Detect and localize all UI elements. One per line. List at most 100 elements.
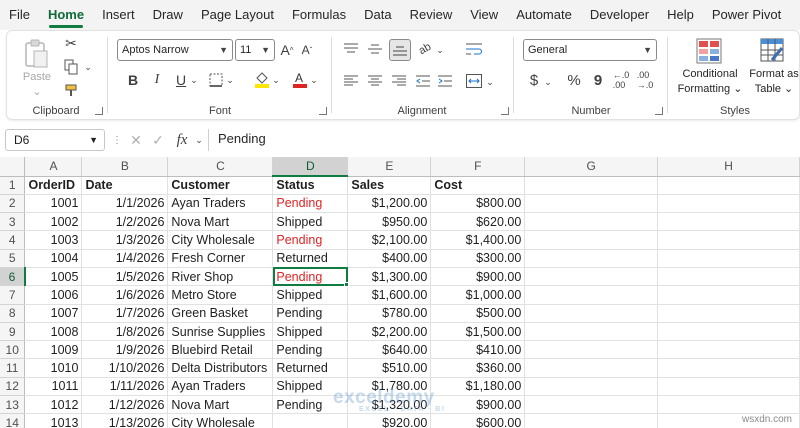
increase-decimal-icon[interactable]: ←.0.00: [611, 70, 631, 90]
percent-icon[interactable]: %: [565, 71, 583, 89]
customer-cell[interactable]: Nova Mart: [167, 212, 274, 232]
status-cell[interactable]: [272, 413, 349, 428]
alignment-launcher-icon[interactable]: [501, 107, 509, 115]
customer-cell[interactable]: City Wholesale: [167, 413, 274, 428]
sales-cell[interactable]: $2,100.00: [347, 230, 432, 250]
date-cell[interactable]: 1/3/2026: [81, 230, 169, 250]
orderid-cell[interactable]: 1009: [24, 340, 83, 360]
tab-view[interactable]: View: [461, 0, 507, 30]
customer-cell[interactable]: Ayan Traders: [167, 194, 274, 214]
cost-cell[interactable]: $1,000.00: [430, 285, 526, 305]
empty-cell[interactable]: [657, 249, 800, 268]
sales-cell[interactable]: $920.00: [347, 413, 432, 428]
row-header[interactable]: 14: [0, 413, 26, 428]
orderid-cell[interactable]: 1004: [24, 249, 83, 268]
empty-cell[interactable]: [657, 377, 800, 397]
date-cell[interactable]: 1/11/2026: [81, 377, 169, 397]
merge-dropdown-icon[interactable]: ⌄: [485, 73, 495, 91]
decrease-decimal-icon[interactable]: .00 →.0: [635, 70, 655, 90]
empty-cell[interactable]: [524, 230, 659, 250]
underline-dropdown-icon[interactable]: ⌄: [189, 71, 199, 89]
sales-cell[interactable]: $1,200.00: [347, 194, 432, 214]
cost-cell[interactable]: $500.00: [430, 304, 526, 323]
sales-cell[interactable]: $510.00: [347, 358, 432, 378]
sales-cell[interactable]: $1,300.00: [347, 267, 432, 287]
empty-cell[interactable]: [657, 176, 800, 195]
status-cell[interactable]: Pending: [272, 304, 349, 323]
middle-align-icon[interactable]: [365, 39, 385, 59]
decrease-font-size-icon[interactable]: Aˇ: [299, 41, 315, 59]
orderid-cell[interactable]: 1010: [24, 358, 83, 378]
font-name-dropdown[interactable]: Aptos Narrow ▼: [117, 39, 233, 61]
orderid-cell[interactable]: 1012: [24, 395, 83, 415]
date-cell[interactable]: 1/9/2026: [81, 340, 169, 360]
orderid-cell[interactable]: 1011: [24, 377, 83, 397]
cost-cell[interactable]: $360.00: [430, 358, 526, 378]
fill-color-dropdown-icon[interactable]: ⌄: [271, 71, 281, 89]
empty-cell[interactable]: [657, 304, 800, 323]
format-as-table-icon[interactable]: [759, 37, 787, 65]
column-header-h[interactable]: H: [657, 157, 800, 177]
empty-cell[interactable]: [524, 304, 659, 323]
empty-cell[interactable]: [524, 285, 659, 305]
customer-cell[interactable]: City Wholesale: [167, 230, 274, 250]
font-size-dropdown[interactable]: 11 ▼: [235, 39, 275, 61]
copy-icon[interactable]: [62, 59, 80, 75]
empty-cell[interactable]: [524, 194, 659, 214]
empty-cell[interactable]: [524, 377, 659, 397]
cost-cell[interactable]: $900.00: [430, 267, 526, 287]
header-cell-sales[interactable]: Sales: [347, 176, 432, 195]
more-options-icon[interactable]: ⋮: [112, 133, 122, 147]
cost-cell[interactable]: $800.00: [430, 194, 526, 214]
date-cell[interactable]: 1/5/2026: [81, 267, 169, 287]
tab-insert[interactable]: Insert: [93, 0, 144, 30]
empty-cell[interactable]: [657, 322, 800, 342]
empty-cell[interactable]: [524, 212, 659, 232]
format-as-table-label-1[interactable]: Format as: [745, 68, 800, 80]
sales-cell[interactable]: $950.00: [347, 212, 432, 232]
tab-home[interactable]: Home: [39, 0, 93, 30]
paste-label[interactable]: Paste: [19, 71, 55, 83]
empty-cell[interactable]: [657, 340, 800, 360]
empty-cell[interactable]: [524, 322, 659, 342]
row-header[interactable]: 6: [0, 267, 26, 287]
header-cell-cost[interactable]: Cost: [430, 176, 526, 195]
empty-cell[interactable]: [657, 285, 800, 305]
status-cell[interactable]: Shipped: [272, 285, 349, 305]
sales-cell[interactable]: $2,200.00: [347, 322, 432, 342]
paste-icon[interactable]: [21, 37, 51, 71]
empty-cell[interactable]: [657, 395, 800, 415]
row-header[interactable]: 13: [0, 395, 26, 415]
row-header[interactable]: 10: [0, 340, 26, 360]
decrease-indent-icon[interactable]: [413, 71, 433, 91]
empty-cell[interactable]: [524, 395, 659, 415]
date-cell[interactable]: 1/12/2026: [81, 395, 169, 415]
empty-cell[interactable]: [524, 340, 659, 360]
column-header-f[interactable]: F: [430, 157, 526, 177]
align-left-icon[interactable]: [341, 71, 361, 91]
currency-icon[interactable]: $: [527, 71, 541, 89]
font-color-icon[interactable]: A: [291, 69, 309, 89]
paste-dropdown-icon[interactable]: ⌄: [29, 85, 45, 98]
currency-dropdown-icon[interactable]: ⌄: [543, 73, 553, 91]
row-header[interactable]: 9: [0, 322, 26, 342]
empty-cell[interactable]: [657, 267, 800, 287]
select-all-corner[interactable]: [0, 157, 26, 177]
date-cell[interactable]: 1/4/2026: [81, 249, 169, 268]
customer-cell[interactable]: Sunrise Supplies: [167, 322, 274, 342]
column-header-a[interactable]: A: [24, 157, 83, 177]
wrap-text-icon[interactable]: [463, 39, 485, 59]
cost-cell[interactable]: $410.00: [430, 340, 526, 360]
row-header[interactable]: 12: [0, 377, 26, 397]
customer-cell[interactable]: River Shop: [167, 267, 274, 287]
row-header[interactable]: 5: [0, 249, 26, 268]
customer-cell[interactable]: Green Basket: [167, 304, 274, 323]
date-cell[interactable]: 1/1/2026: [81, 194, 169, 214]
status-cell[interactable]: Returned: [272, 358, 349, 378]
conditional-formatting-icon[interactable]: [695, 37, 723, 65]
format-painter-icon[interactable]: [63, 83, 79, 99]
number-launcher-icon[interactable]: [655, 107, 663, 115]
cost-cell[interactable]: $1,400.00: [430, 230, 526, 250]
customer-cell[interactable]: Bluebird Retail: [167, 340, 274, 360]
empty-cell[interactable]: [524, 413, 659, 428]
